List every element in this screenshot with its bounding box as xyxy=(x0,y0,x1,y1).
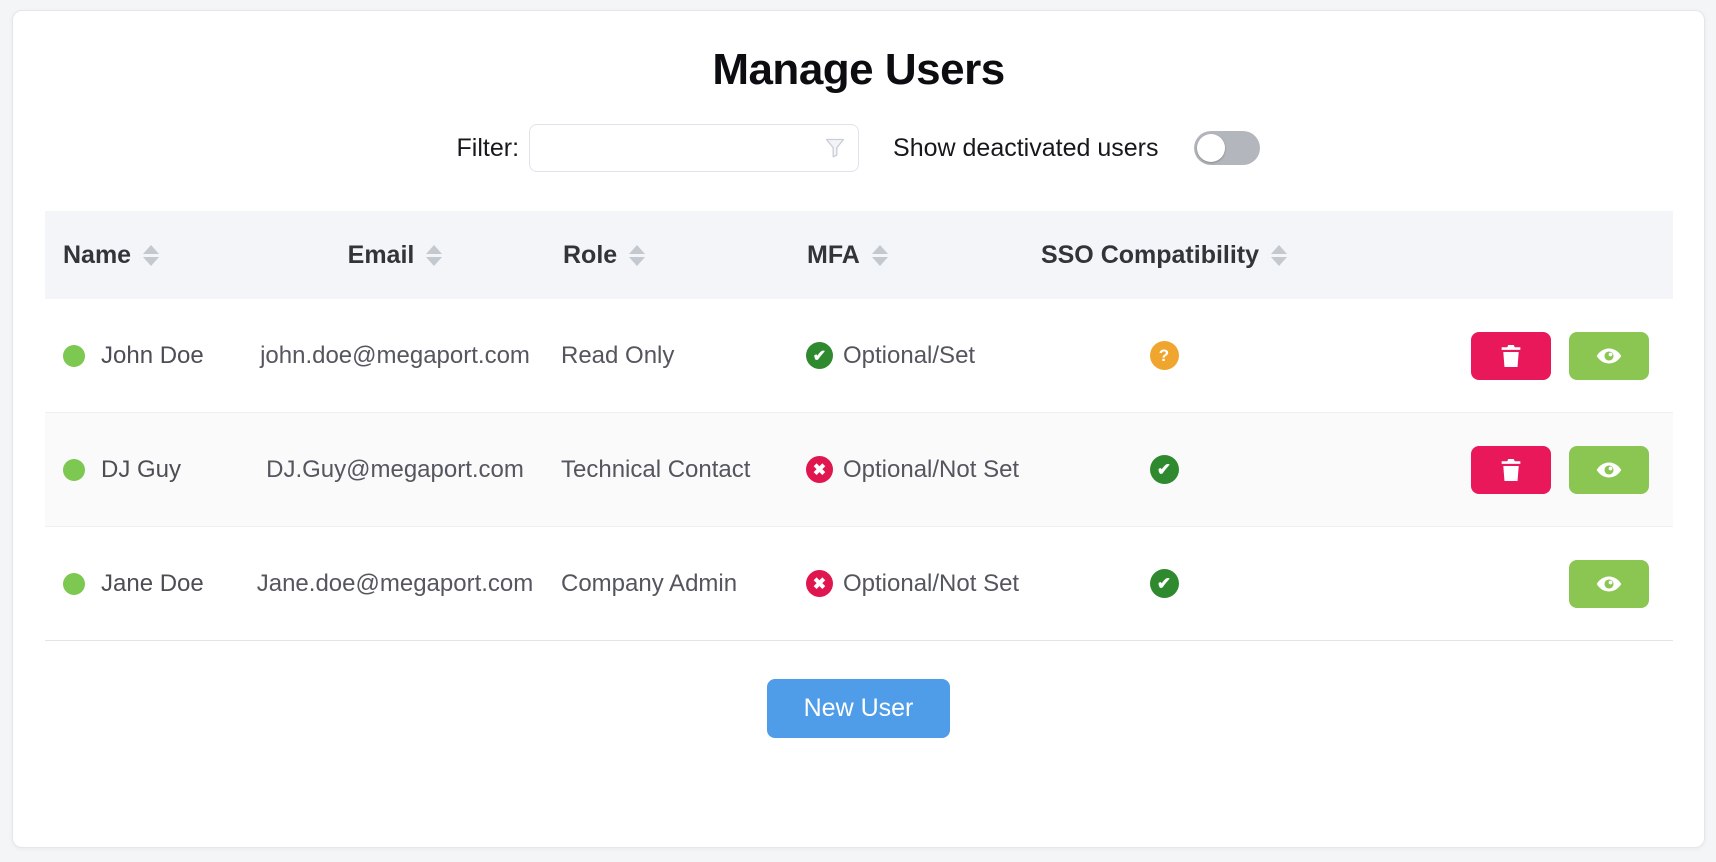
show-deactivated-label: Show deactivated users xyxy=(893,133,1159,162)
column-header-name[interactable]: Name xyxy=(45,241,245,270)
trash-icon xyxy=(1501,344,1521,367)
filter-row: Filter: Show deactivated users xyxy=(13,123,1704,173)
view-user-button[interactable] xyxy=(1569,445,1649,494)
filter-input[interactable] xyxy=(529,124,860,172)
check-circle-icon: ✔ xyxy=(1149,569,1179,598)
trash-icon xyxy=(1501,458,1521,481)
user-name: John Doe xyxy=(101,341,204,369)
user-email: Jane.doe@megaport.com xyxy=(256,569,534,597)
sort-icon xyxy=(629,244,646,266)
manage-users-card: Manage Users Filter: Show deactivated us… xyxy=(12,10,1705,848)
table-row: DJ Guy DJ.Guy@megaport.com Technical Con… xyxy=(45,413,1673,527)
mfa-status-label: Optional/Set xyxy=(843,341,976,369)
cross-circle-icon: ✖ xyxy=(806,570,833,597)
user-email: DJ.Guy@megaport.com xyxy=(266,455,524,483)
mfa-status: ✖ Optional/Not Set xyxy=(789,456,1039,484)
column-header-email[interactable]: Email xyxy=(245,241,545,270)
sso-status: ✔ xyxy=(1039,455,1289,484)
users-table: Name Email Role MFA SSO Compatibility Jo… xyxy=(45,211,1673,641)
active-status-dot xyxy=(63,458,85,481)
sort-icon xyxy=(426,244,443,266)
sort-icon xyxy=(871,244,888,266)
question-circle-icon: ? xyxy=(1149,341,1179,370)
user-name-cell: Jane Doe xyxy=(45,570,245,598)
user-name: DJ Guy xyxy=(101,455,182,483)
page-title: Manage Users xyxy=(712,45,1005,94)
eye-icon xyxy=(1596,462,1622,477)
delete-user-button[interactable] xyxy=(1471,445,1551,494)
table-header-row: Name Email Role MFA SSO Compatibility xyxy=(45,211,1673,299)
show-deactivated-toggle[interactable] xyxy=(1194,131,1261,165)
row-actions xyxy=(1289,331,1673,380)
table-row: John Doe john.doe@megaport.com Read Only… xyxy=(45,299,1673,413)
sso-status: ? xyxy=(1039,341,1289,370)
table-row: Jane Doe Jane.doe@megaport.com Company A… xyxy=(45,527,1673,641)
column-header-mfa[interactable]: MFA xyxy=(789,241,1039,270)
mfa-status-label: Optional/Not Set xyxy=(843,455,1020,483)
row-actions xyxy=(1289,559,1673,608)
cross-circle-icon: ✖ xyxy=(806,456,833,483)
eye-icon xyxy=(1596,576,1622,591)
sort-icon xyxy=(143,244,160,266)
new-user-button[interactable]: New User xyxy=(766,679,951,738)
mfa-status: ✔ Optional/Set xyxy=(789,342,1039,370)
user-role: Company Admin xyxy=(561,569,738,597)
active-status-dot xyxy=(63,344,85,367)
active-status-dot xyxy=(63,572,85,595)
sort-icon xyxy=(1271,244,1288,266)
view-user-button[interactable] xyxy=(1569,331,1649,380)
delete-user-button[interactable] xyxy=(1471,331,1551,380)
row-actions xyxy=(1289,445,1673,494)
mfa-status-label: Optional/Not Set xyxy=(843,569,1020,597)
view-user-button[interactable] xyxy=(1569,559,1649,608)
user-email: john.doe@megaport.com xyxy=(260,341,530,369)
column-header-role[interactable]: Role xyxy=(545,241,789,270)
eye-icon xyxy=(1596,348,1622,363)
mfa-status: ✖ Optional/Not Set xyxy=(789,570,1039,598)
user-name-cell: John Doe xyxy=(45,342,245,370)
check-circle-icon: ✔ xyxy=(806,342,833,369)
filter-label: Filter: xyxy=(456,133,520,162)
user-role: Technical Contact xyxy=(561,455,751,483)
user-name-cell: DJ Guy xyxy=(45,456,245,484)
check-circle-icon: ✔ xyxy=(1149,455,1179,484)
footer: New User xyxy=(13,679,1704,738)
filter-input-wrap xyxy=(529,124,860,172)
user-name: Jane Doe xyxy=(101,569,204,597)
user-role: Read Only xyxy=(561,341,675,369)
toggle-knob xyxy=(1197,134,1226,162)
column-header-sso-compatibility[interactable]: SSO Compatibility xyxy=(1039,241,1289,270)
sso-status: ✔ xyxy=(1039,569,1289,598)
